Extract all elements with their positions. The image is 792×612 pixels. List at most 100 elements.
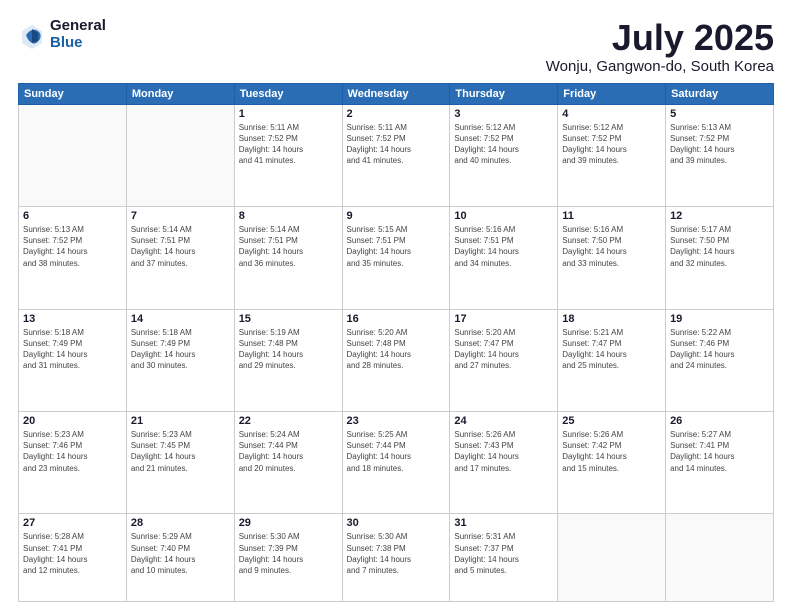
day-number: 12 xyxy=(670,210,769,222)
calendar-cell: 29 Sunrise: 5:30 AM Sunset: 7:39 PM Dayli… xyxy=(234,514,342,602)
day-info: Sunrise: 5:30 AM Sunset: 7:39 PM Dayligh… xyxy=(239,531,338,576)
day-number: 24 xyxy=(454,415,553,427)
calendar-cell: 25Sunrise: 5:26 AM Sunset: 7:42 PM Dayli… xyxy=(558,412,666,514)
calendar-cell: 1Sunrise: 5:11 AM Sunset: 7:52 PM Daylig… xyxy=(234,104,342,206)
calendar-cell: 23 Sunrise: 5:25 AM Sunset: 7:44 PM Dayli… xyxy=(342,412,450,514)
day-info: Sunrise: 5:15 AM Sunset: 7:51 PM Dayligh… xyxy=(347,224,446,269)
calendar-cell: 8Sunrise: 5:14 AM Sunset: 7:51 PM Daylig… xyxy=(234,207,342,309)
day-info: Sunrise: 5:24 AM Sunset: 7:44 PM Dayligh… xyxy=(239,429,338,474)
weekday-header-row: SundayMondayTuesdayWednesdayThursdayFrid… xyxy=(19,83,774,104)
calendar-cell: 30Sunrise: 5:30 AM Sunset: 7:38 PM Dayli… xyxy=(342,514,450,602)
day-number: 23 xyxy=(347,415,446,427)
calendar-cell: 21 Sunrise: 5:23 AM Sunset: 7:45 PM Dayli… xyxy=(126,412,234,514)
calendar-cell: 10 Sunrise: 5:16 AM Sunset: 7:51 PM Dayli… xyxy=(450,207,558,309)
weekday-header: Friday xyxy=(558,83,666,104)
day-info: Sunrise: 5:13 AM Sunset: 7:52 PM Dayligh… xyxy=(670,122,769,167)
day-info: Sunrise: 5:27 AM Sunset: 7:41 PM Dayligh… xyxy=(670,429,769,474)
day-info: Sunrise: 5:23 AM Sunset: 7:45 PM Dayligh… xyxy=(131,429,230,474)
day-info: Sunrise: 5:26 AM Sunset: 7:42 PM Dayligh… xyxy=(562,429,661,474)
day-info: Sunrise: 5:18 AM Sunset: 7:49 PM Dayligh… xyxy=(23,327,122,372)
title-section: July 2025 Wonju, Gangwon-do, South Korea xyxy=(546,18,774,75)
location: Wonju, Gangwon-do, South Korea xyxy=(546,58,774,75)
calendar-cell: 27Sunrise: 5:28 AM Sunset: 7:41 PM Dayli… xyxy=(19,514,127,602)
day-info: Sunrise: 5:26 AM Sunset: 7:43 PM Dayligh… xyxy=(454,429,553,474)
calendar-cell: 12Sunrise: 5:17 AM Sunset: 7:50 PM Dayli… xyxy=(666,207,774,309)
day-number: 26 xyxy=(670,415,769,427)
day-number: 30 xyxy=(347,517,446,529)
logo-blue-text: Blue xyxy=(50,35,106,52)
calendar-cell: 4Sunrise: 5:12 AM Sunset: 7:52 PM Daylig… xyxy=(558,104,666,206)
weekday-header: Sunday xyxy=(19,83,127,104)
logo: General Blue xyxy=(18,18,106,51)
day-info: Sunrise: 5:16 AM Sunset: 7:51 PM Dayligh… xyxy=(454,224,553,269)
calendar-cell: 14Sunrise: 5:18 AM Sunset: 7:49 PM Dayli… xyxy=(126,309,234,411)
calendar-cell: 7 Sunrise: 5:14 AM Sunset: 7:51 PM Daylig… xyxy=(126,207,234,309)
day-info: Sunrise: 5:29 AM Sunset: 7:40 PM Dayligh… xyxy=(131,531,230,576)
weekday-header: Thursday xyxy=(450,83,558,104)
day-info: Sunrise: 5:31 AM Sunset: 7:37 PM Dayligh… xyxy=(454,531,553,576)
day-number: 20 xyxy=(23,415,122,427)
day-number: 16 xyxy=(347,313,446,325)
calendar-cell xyxy=(666,514,774,602)
calendar-week-row: 1Sunrise: 5:11 AM Sunset: 7:52 PM Daylig… xyxy=(19,104,774,206)
day-number: 31 xyxy=(454,517,553,529)
calendar-cell xyxy=(558,514,666,602)
calendar-cell: 2 Sunrise: 5:11 AM Sunset: 7:52 PM Daylig… xyxy=(342,104,450,206)
day-number: 18 xyxy=(562,313,661,325)
day-info: Sunrise: 5:19 AM Sunset: 7:48 PM Dayligh… xyxy=(239,327,338,372)
day-info: Sunrise: 5:14 AM Sunset: 7:51 PM Dayligh… xyxy=(131,224,230,269)
day-number: 21 xyxy=(131,415,230,427)
calendar-table: SundayMondayTuesdayWednesdayThursdayFrid… xyxy=(18,83,774,602)
day-number: 15 xyxy=(239,313,338,325)
day-number: 2 xyxy=(347,108,446,120)
calendar-cell xyxy=(126,104,234,206)
day-number: 5 xyxy=(670,108,769,120)
calendar-cell: 18 Sunrise: 5:21 AM Sunset: 7:47 PM Dayli… xyxy=(558,309,666,411)
weekday-header: Wednesday xyxy=(342,83,450,104)
calendar-cell: 6Sunrise: 5:13 AM Sunset: 7:52 PM Daylig… xyxy=(19,207,127,309)
calendar-cell: 13 Sunrise: 5:18 AM Sunset: 7:49 PM Dayli… xyxy=(19,309,127,411)
day-number: 3 xyxy=(454,108,553,120)
day-number: 6 xyxy=(23,210,122,222)
calendar-cell: 3 Sunrise: 5:12 AM Sunset: 7:52 PM Daylig… xyxy=(450,104,558,206)
weekday-header: Tuesday xyxy=(234,83,342,104)
calendar-cell: 11 Sunrise: 5:16 AM Sunset: 7:50 PM Dayli… xyxy=(558,207,666,309)
day-info: Sunrise: 5:22 AM Sunset: 7:46 PM Dayligh… xyxy=(670,327,769,372)
day-number: 10 xyxy=(454,210,553,222)
day-number: 8 xyxy=(239,210,338,222)
day-info: Sunrise: 5:16 AM Sunset: 7:50 PM Dayligh… xyxy=(562,224,661,269)
calendar-week-row: 27Sunrise: 5:28 AM Sunset: 7:41 PM Dayli… xyxy=(19,514,774,602)
day-info: Sunrise: 5:25 AM Sunset: 7:44 PM Dayligh… xyxy=(347,429,446,474)
day-info: Sunrise: 5:21 AM Sunset: 7:47 PM Dayligh… xyxy=(562,327,661,372)
logo-text: General Blue xyxy=(50,18,106,51)
day-number: 13 xyxy=(23,313,122,325)
calendar-cell: 31 Sunrise: 5:31 AM Sunset: 7:37 PM Dayli… xyxy=(450,514,558,602)
calendar-week-row: 20 Sunrise: 5:23 AM Sunset: 7:46 PM Dayli… xyxy=(19,412,774,514)
day-number: 14 xyxy=(131,313,230,325)
calendar-cell: 16 Sunrise: 5:20 AM Sunset: 7:48 PM Dayli… xyxy=(342,309,450,411)
month-title: July 2025 xyxy=(546,18,774,58)
calendar-week-row: 6Sunrise: 5:13 AM Sunset: 7:52 PM Daylig… xyxy=(19,207,774,309)
calendar-cell: 17 Sunrise: 5:20 AM Sunset: 7:47 PM Dayli… xyxy=(450,309,558,411)
day-number: 22 xyxy=(239,415,338,427)
day-number: 17 xyxy=(454,313,553,325)
day-info: Sunrise: 5:11 AM Sunset: 7:52 PM Dayligh… xyxy=(347,122,446,167)
calendar-cell: 9Sunrise: 5:15 AM Sunset: 7:51 PM Daylig… xyxy=(342,207,450,309)
day-info: Sunrise: 5:28 AM Sunset: 7:41 PM Dayligh… xyxy=(23,531,122,576)
calendar-cell xyxy=(19,104,127,206)
day-number: 29 xyxy=(239,517,338,529)
calendar-cell: 5 Sunrise: 5:13 AM Sunset: 7:52 PM Daylig… xyxy=(666,104,774,206)
page: General Blue July 2025 Wonju, Gangwon-do… xyxy=(0,0,792,612)
day-info: Sunrise: 5:20 AM Sunset: 7:47 PM Dayligh… xyxy=(454,327,553,372)
day-info: Sunrise: 5:20 AM Sunset: 7:48 PM Dayligh… xyxy=(347,327,446,372)
day-number: 4 xyxy=(562,108,661,120)
logo-icon xyxy=(18,21,46,49)
calendar-cell: 15 Sunrise: 5:19 AM Sunset: 7:48 PM Dayli… xyxy=(234,309,342,411)
day-info: Sunrise: 5:23 AM Sunset: 7:46 PM Dayligh… xyxy=(23,429,122,474)
logo-general-text: General xyxy=(50,18,106,35)
day-number: 11 xyxy=(562,210,661,222)
day-number: 7 xyxy=(131,210,230,222)
weekday-header: Saturday xyxy=(666,83,774,104)
day-info: Sunrise: 5:12 AM Sunset: 7:52 PM Dayligh… xyxy=(454,122,553,167)
calendar-cell: 19Sunrise: 5:22 AM Sunset: 7:46 PM Dayli… xyxy=(666,309,774,411)
